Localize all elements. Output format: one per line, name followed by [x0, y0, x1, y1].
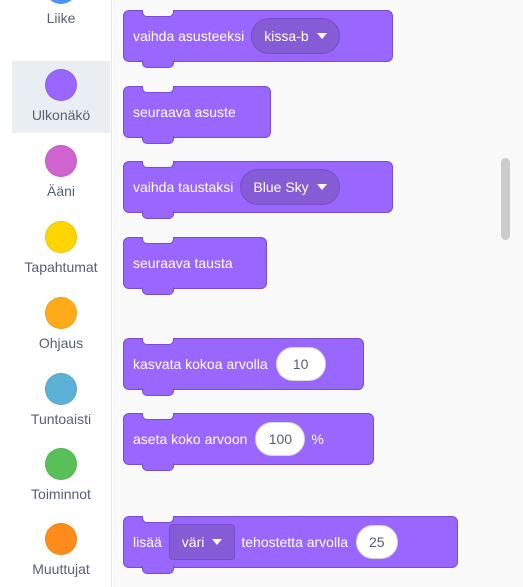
category-label: Tuntoaisti [30, 411, 92, 427]
backdrop-dropdown[interactable]: Blue Sky [240, 169, 340, 205]
block-palette: vaihda asusteeksi kissa-b seuraava asust… [113, 0, 523, 587]
category-label: Ääni [46, 183, 76, 199]
size-change-input[interactable]: 10 [275, 347, 326, 381]
switch-costume-block[interactable]: vaihda asusteeksi kissa-b [123, 10, 393, 68]
category-label: Muuttujat [32, 561, 90, 577]
category-label: Liike [46, 10, 76, 26]
block-text: kasvata kokoa arvolla [133, 356, 268, 372]
change-effect-block[interactable]: lisää väri tehostetta arvolla 25 [123, 516, 458, 574]
category-tapahtumat[interactable]: Tapahtumat [12, 213, 110, 285]
sensing-category-icon [45, 373, 77, 405]
category-ulkonako[interactable]: Ulkonäkö [12, 61, 110, 133]
category-liike[interactable]: Liike [12, 0, 110, 36]
set-size-block[interactable]: aseta koko arvoon 100 % [123, 413, 374, 471]
motion-category-icon [45, 0, 77, 4]
category-toiminnot[interactable]: Toiminnot [12, 440, 110, 512]
events-category-icon [45, 221, 77, 253]
block-text: tehostetta arvolla [241, 534, 348, 550]
percent-label: % [311, 431, 324, 447]
category-label: Toiminnot [31, 486, 91, 502]
chevron-down-icon [316, 184, 327, 190]
category-aani[interactable]: Ääni [12, 137, 110, 209]
operators-category-icon [45, 448, 77, 480]
block-text: seuraava asuste [133, 104, 236, 120]
palette-scrollbar[interactable] [501, 158, 510, 240]
chevron-down-icon [212, 539, 223, 545]
size-value-input[interactable]: 100 [255, 422, 306, 456]
dropdown-value: väri [181, 534, 205, 550]
block-text: seuraava tausta [133, 255, 233, 271]
change-size-block[interactable]: kasvata kokoa arvolla 10 [123, 338, 364, 396]
switch-backdrop-block[interactable]: vaihda taustaksi Blue Sky [123, 161, 393, 219]
block-text: aseta koko arvoon [133, 431, 248, 447]
dropdown-value: Blue Sky [253, 179, 309, 195]
category-tuntoaisti[interactable]: Tuntoaisti [12, 365, 110, 437]
next-backdrop-block[interactable]: seuraava tausta [123, 237, 267, 295]
block-text: vaihda asusteeksi [133, 28, 245, 44]
category-label: Ohjaus [38, 335, 84, 351]
block-text: lisää [133, 534, 162, 550]
dropdown-value: kissa-b [264, 28, 309, 44]
category-sidebar: Liike Ulkonäkö Ääni Tapahtumat Ohjaus Tu… [0, 0, 112, 587]
control-category-icon [45, 297, 77, 329]
chevron-down-icon [316, 33, 327, 39]
next-costume-block[interactable]: seuraava asuste [123, 86, 271, 144]
sound-category-icon [45, 145, 77, 177]
effect-value-input[interactable]: 25 [355, 525, 398, 559]
effect-dropdown[interactable]: väri [168, 524, 236, 560]
block-text: vaihda taustaksi [133, 179, 234, 195]
category-label: Ulkonäkö [31, 107, 91, 123]
category-ohjaus[interactable]: Ohjaus [12, 289, 110, 361]
category-label: Tapahtumat [24, 259, 98, 275]
category-muuttujat[interactable]: Muuttujat [12, 515, 110, 587]
costume-dropdown[interactable]: kissa-b [251, 18, 340, 54]
looks-category-icon [45, 69, 77, 101]
variables-category-icon [45, 523, 77, 555]
